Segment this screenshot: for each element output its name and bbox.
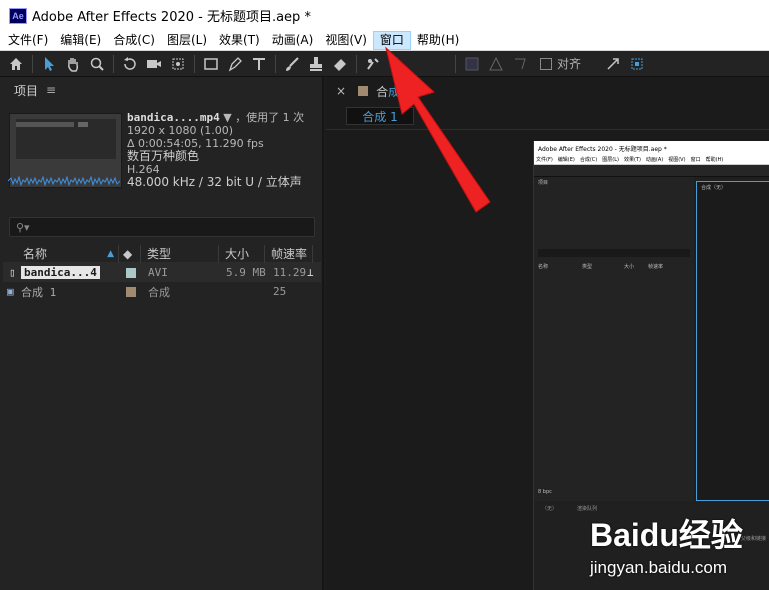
- menu-edit[interactable]: 编辑(E): [54, 31, 107, 50]
- tools-toolbar: 对齐: [0, 51, 769, 77]
- menu-effect[interactable]: 效果(T): [213, 31, 266, 50]
- brush-icon[interactable]: [280, 53, 304, 75]
- composition-tab[interactable]: 合成 1: [376, 83, 411, 100]
- rotate-icon[interactable]: [118, 53, 142, 75]
- project-column-headers: 名称 ▲ ◆ 类型 大小 帧速率: [3, 244, 321, 263]
- zoom-icon[interactable]: [85, 53, 109, 75]
- dropdown-triangle-icon[interactable]: ▼: [223, 111, 231, 124]
- puppet-pin-icon[interactable]: [385, 53, 409, 75]
- nested-comp-panel: 合成（无）: [696, 181, 769, 501]
- project-item-fps: 25: [273, 285, 287, 298]
- nested-menu-bar: 文件(F) 编辑(E) 合成(C) 图层(L) 效果(T) 动画(A) 视图(V) 窗口 帮助(…: [534, 155, 769, 165]
- footage-file-icon: ▯: [9, 266, 16, 279]
- column-fps[interactable]: 帧速率: [265, 244, 313, 263]
- align-left-icon[interactable]: [460, 53, 484, 75]
- sort-ascending-icon[interactable]: ▲: [107, 245, 114, 263]
- snapping-label: 对齐: [557, 57, 582, 71]
- project-item-name: 合成 1: [21, 285, 57, 299]
- project-item-fps: 11.29: [273, 266, 307, 279]
- project-item-type: 合成: [148, 285, 170, 299]
- search-icon: ⚲▾: [16, 220, 30, 234]
- menu-composition[interactable]: 合成(C): [107, 31, 161, 50]
- camera-icon[interactable]: [142, 53, 166, 75]
- project-panel-title: 项目: [14, 83, 39, 98]
- toolbar-divider: [275, 54, 276, 73]
- toolbar-divider: [194, 54, 195, 73]
- panel-menu-icon[interactable]: ≡: [46, 83, 56, 97]
- snapping-checkbox[interactable]: [540, 57, 552, 70]
- project-panel-header: 项目 ≡: [0, 77, 322, 103]
- project-panel: 项目 ≡ bandica....mp4 ▼ ，使用了 1 次 1920 x 10…: [0, 77, 324, 590]
- panel-menu-icon[interactable]: ≡: [422, 84, 432, 98]
- footage-audio: 48.000 kHz / 32 bit U / 立体声: [127, 175, 302, 189]
- baidu-watermark: Baidu经验 jingyan.baidu.com: [590, 510, 769, 590]
- eraser-icon[interactable]: [328, 53, 352, 75]
- column-size[interactable]: 大小: [219, 244, 265, 263]
- menu-bar: 文件(F) 编辑(E) 合成(C) 图层(L) 效果(T) 动画(A) 视图(V…: [0, 31, 769, 51]
- pen-icon[interactable]: [223, 53, 247, 75]
- home-icon[interactable]: [4, 53, 28, 75]
- project-item-row[interactable]: ▯ bandica...4 AVI 5.9 MB 11.29 ⊥: [3, 263, 321, 282]
- nested-title-bar: Adobe After Effects 2020 - 无标题项目.aep *: [534, 141, 769, 155]
- divider: [326, 129, 769, 130]
- menu-help[interactable]: 帮助(H): [411, 31, 465, 50]
- roto-brush-icon[interactable]: [361, 53, 385, 75]
- after-effects-app-icon: Ae: [9, 7, 27, 24]
- footage-colors: 数百万种颜色: [127, 149, 200, 163]
- title-bar: Ae Adobe After Effects 2020 - 无标题项目.aep …: [0, 0, 769, 31]
- project-item-name: bandica...4: [21, 266, 100, 279]
- footage-resolution: 1920 x 1080 (1.00): [127, 124, 234, 137]
- label-tag-icon[interactable]: ◆: [119, 244, 141, 263]
- watermark-logo: Baidu经验: [590, 517, 743, 553]
- watermark-url: jingyan.baidu.com: [590, 558, 728, 577]
- clone-stamp-icon[interactable]: [304, 53, 328, 75]
- vertex-icon[interactable]: [484, 53, 508, 75]
- label-swatch[interactable]: [126, 286, 136, 297]
- column-name[interactable]: 名称 ▲: [3, 244, 119, 263]
- flowchart-icon[interactable]: ⊥: [307, 266, 314, 279]
- project-item-size: 5.9 MB: [226, 266, 266, 279]
- column-type[interactable]: 类型: [141, 244, 219, 263]
- menu-view[interactable]: 视图(V): [319, 31, 373, 50]
- menu-file[interactable]: 文件(F): [2, 31, 54, 50]
- shape-align-icon[interactable]: [508, 53, 532, 75]
- hand-icon[interactable]: [61, 53, 85, 75]
- toolbar-divider: [113, 54, 114, 73]
- selection-arrow-icon[interactable]: [37, 53, 61, 75]
- composition-subtab[interactable]: 合成 1: [346, 107, 414, 125]
- pan-behind-icon[interactable]: [166, 53, 190, 75]
- composition-tab-bar: × 合成 1 ≡: [326, 77, 769, 105]
- menu-window[interactable]: 窗口: [372, 31, 411, 50]
- nested-toolbar: [534, 165, 769, 177]
- snap-grid-icon[interactable]: [625, 53, 649, 75]
- rectangle-icon[interactable]: [199, 53, 223, 75]
- expand-icon[interactable]: [601, 53, 625, 75]
- menu-layer[interactable]: 图层(L): [161, 31, 213, 50]
- close-icon[interactable]: ×: [336, 84, 346, 98]
- audio-waveform-icon: [8, 176, 120, 186]
- label-swatch[interactable]: [126, 267, 136, 278]
- composition-icon: ▣: [7, 285, 14, 298]
- project-search-input[interactable]: ⚲▾: [9, 217, 315, 237]
- menu-animation[interactable]: 动画(A): [266, 31, 320, 50]
- thumbnail-detail: [16, 122, 74, 127]
- toolbar-divider: [356, 54, 357, 73]
- comp-color-swatch: [358, 86, 369, 96]
- footage-info: bandica....mp4 ▼ ，使用了 1 次 1920 x 1080 (1…: [127, 111, 304, 189]
- thumbnail-detail: [78, 122, 88, 127]
- project-item-row[interactable]: ▣ 合成 1 合成 25: [3, 282, 321, 301]
- text-icon[interactable]: [247, 53, 271, 75]
- project-item-type: AVI: [148, 266, 168, 279]
- snapping-toggle[interactable]: 对齐: [540, 55, 581, 72]
- footage-name[interactable]: bandica....mp4: [127, 111, 220, 124]
- window-title: Adobe After Effects 2020 - 无标题项目.aep *: [32, 10, 311, 25]
- footage-usage: ，使用了 1 次: [235, 111, 305, 124]
- toolbar-divider: [455, 54, 456, 73]
- toolbar-divider: [32, 54, 33, 73]
